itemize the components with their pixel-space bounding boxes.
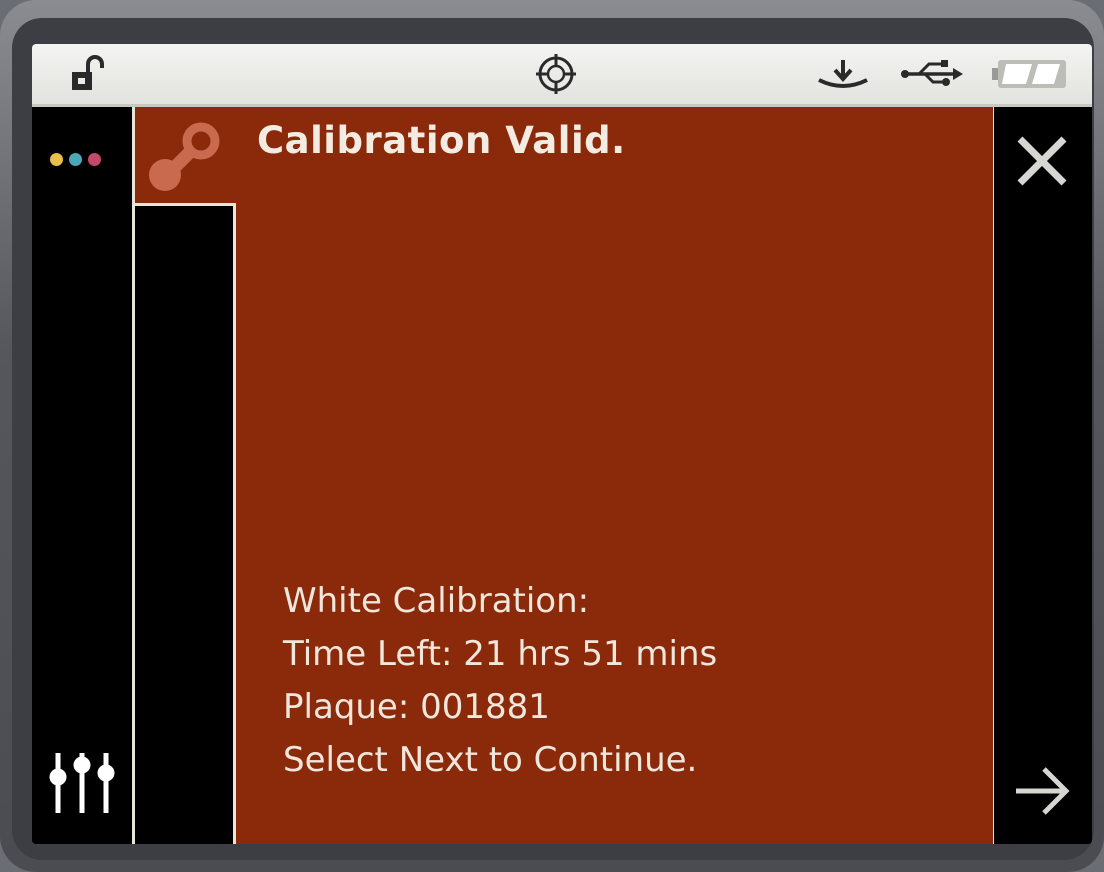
device-screen: Calibration Valid. White Calibration: Ti…	[32, 44, 1092, 844]
plaque-text: Plaque: 001881	[283, 687, 550, 727]
download-tray-icon	[812, 52, 874, 96]
teal-dot-icon	[69, 153, 82, 166]
status-bar	[32, 44, 1092, 107]
time-left-text: Time Left: 21 hrs 51 mins	[283, 634, 718, 674]
pink-dot-icon	[88, 153, 101, 166]
battery-icon	[990, 52, 1070, 96]
usb-icon	[898, 52, 968, 96]
left-rail	[32, 107, 128, 844]
indicator-dots	[50, 153, 101, 166]
close-icon[interactable]	[1012, 131, 1072, 195]
calibration-heading: White Calibration:	[283, 581, 590, 621]
dialog-title: Calibration Valid.	[257, 119, 626, 162]
calibration-info: White Calibration: Time Left: 21 hrs 51 …	[283, 575, 717, 787]
unlocked-padlock-icon[interactable]	[64, 52, 116, 96]
crosshair-target-icon[interactable]	[528, 52, 584, 96]
yellow-dot-icon	[50, 153, 63, 166]
right-rail	[994, 107, 1092, 844]
arrow-right-icon[interactable]	[1010, 759, 1074, 827]
calibration-plaque-icon	[145, 121, 223, 197]
inner-side-panel	[135, 203, 236, 844]
dialog-panel: Calibration Valid. White Calibration: Ti…	[132, 107, 996, 844]
sliders-icon[interactable]	[46, 747, 118, 823]
instruction-text: Select Next to Continue.	[283, 740, 698, 780]
